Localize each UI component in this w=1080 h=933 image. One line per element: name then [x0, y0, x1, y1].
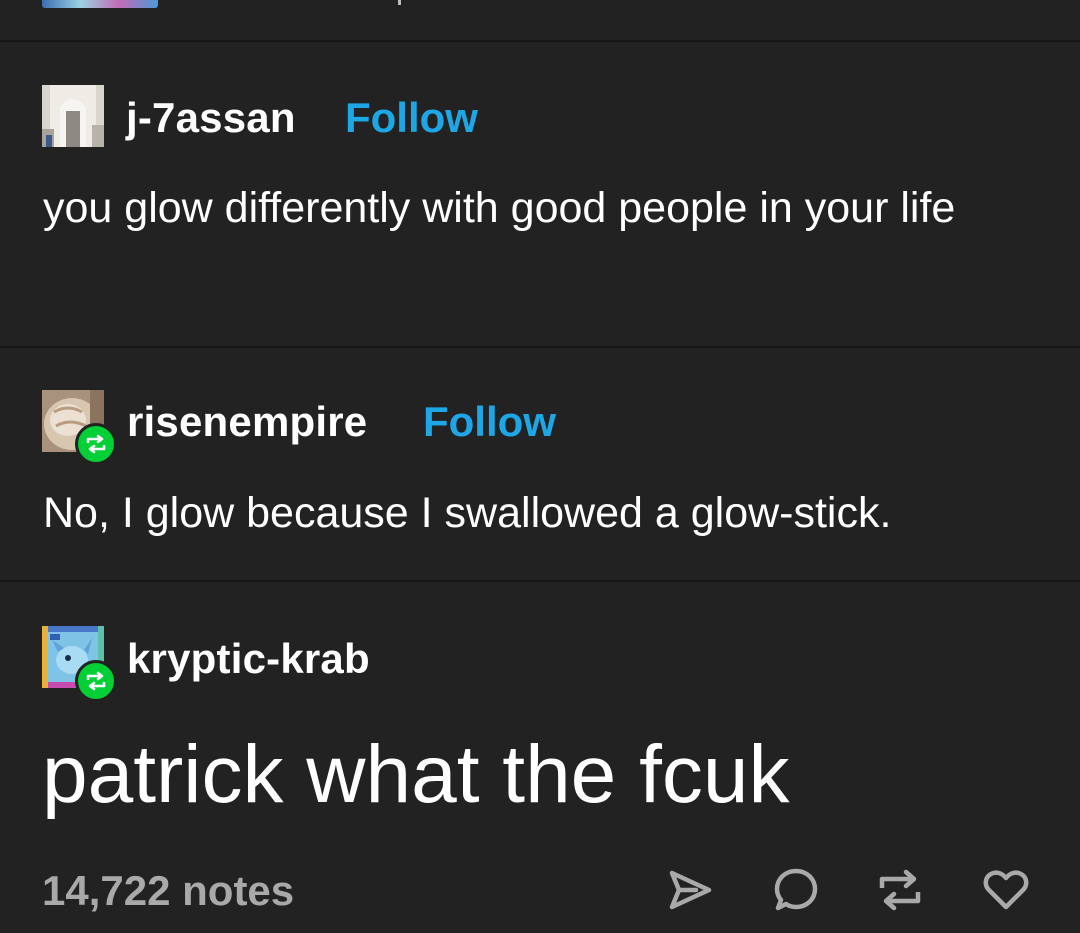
reblog-badge — [75, 660, 117, 702]
notes-count[interactable]: 14,722 notes — [42, 866, 294, 916]
username[interactable]: j-7assan — [126, 94, 296, 142]
previous-post-text-fragment — [398, 0, 401, 5]
username[interactable]: kryptic-krab — [127, 635, 370, 683]
post-j-7assan: j-7assan Follow you glow differently wit… — [0, 42, 1080, 346]
reblog-button[interactable] — [874, 864, 926, 916]
avatar-image — [42, 85, 104, 147]
avatar[interactable] — [42, 85, 104, 147]
previous-post-image — [42, 0, 158, 8]
like-button[interactable] — [980, 864, 1032, 916]
reblog-badge — [75, 423, 117, 465]
reblog-icon — [86, 434, 106, 454]
post-text: No, I glow because I swallowed a glow-st… — [43, 489, 892, 537]
post-risenempire: risenempire Follow No, I glow because I … — [0, 348, 1080, 580]
post-text: patrick what the fcuk — [42, 729, 790, 820]
post-text: you glow differently with good people in… — [43, 184, 956, 232]
post-kryptic-krab: kryptic-krab patrick what the fcuk — [0, 582, 1080, 842]
reply-button[interactable] — [770, 864, 822, 916]
username[interactable]: risenempire — [127, 398, 367, 446]
reblog-icon — [86, 671, 106, 691]
share-button[interactable] — [664, 864, 716, 916]
share-icon — [669, 870, 712, 910]
previous-post-stub — [0, 0, 1080, 40]
reply-icon — [774, 868, 818, 911]
follow-button[interactable]: Follow — [345, 94, 478, 142]
follow-button[interactable]: Follow — [423, 398, 556, 446]
reblog-icon — [879, 869, 921, 911]
like-icon — [983, 870, 1029, 910]
